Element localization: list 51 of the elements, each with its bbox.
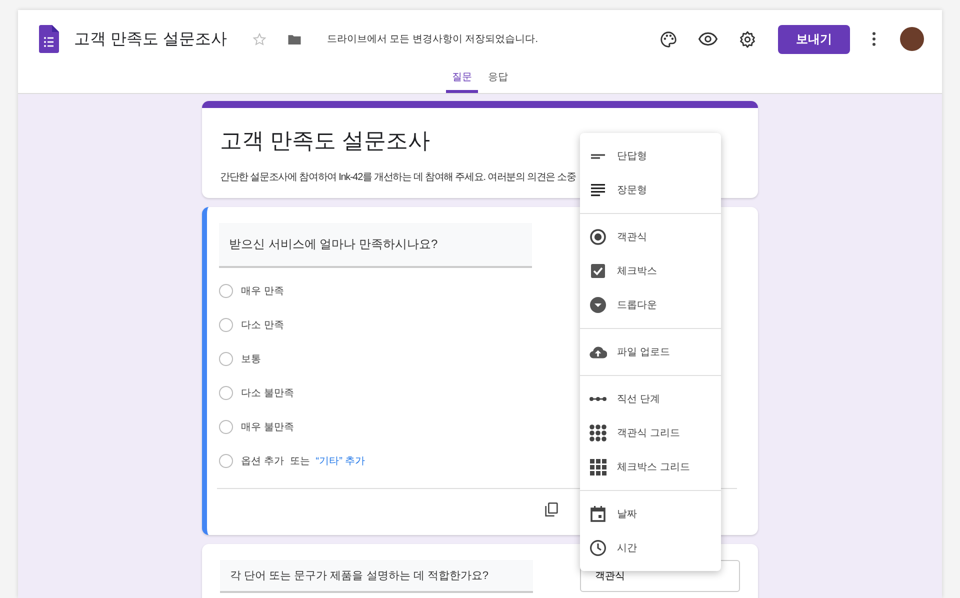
option-text[interactable]: 보통 xyxy=(241,352,261,366)
send-button[interactable]: 보내기 xyxy=(778,24,850,54)
avatar[interactable] xyxy=(900,27,924,51)
menu-item[interactable]: 날짜 xyxy=(617,507,637,521)
clock-icon xyxy=(589,539,607,557)
menu-item[interactable]: 객관식 그리드 xyxy=(617,426,680,440)
add-option-text[interactable]: 옵션 추가 xyxy=(241,454,284,468)
dropdown-icon xyxy=(589,296,607,314)
palette-icon[interactable] xyxy=(659,30,678,48)
menu-item[interactable]: 체크박스 그리드 xyxy=(617,460,690,474)
question-field[interactable]: 받으신 서비스에 얼마나 만족하시나요? xyxy=(219,223,532,268)
calendar-icon xyxy=(589,505,607,523)
menu-item[interactable]: 파일 업로드 xyxy=(617,345,670,359)
document-title[interactable]: 고객 만족도 설문조사 xyxy=(74,28,227,50)
copy-icon[interactable] xyxy=(543,501,560,518)
short-lines-icon xyxy=(591,154,605,158)
radio-button[interactable] xyxy=(219,318,233,332)
add-other-link[interactable]: “기타” 추가 xyxy=(316,454,366,468)
menu-item[interactable]: 드롭다운 xyxy=(617,298,657,312)
square-grid-icon xyxy=(589,458,607,476)
save-status-text: 드라이브에서 모든 변경사항이 저장되었습니다. xyxy=(326,33,538,46)
radio-button[interactable] xyxy=(219,420,233,434)
menu-item[interactable]: 객관식 xyxy=(617,230,647,244)
star-icon[interactable] xyxy=(252,32,267,46)
option-text[interactable]: 매우 불만족 xyxy=(241,420,294,434)
radio-button[interactable] xyxy=(219,386,233,400)
tab[interactable]: 응답 xyxy=(482,66,514,93)
paragraph-lines-icon xyxy=(589,181,607,199)
option-text[interactable]: 다소 만족 xyxy=(241,318,284,332)
more-icon[interactable] xyxy=(871,31,877,47)
radio-icon xyxy=(589,228,607,246)
checkbox-icon xyxy=(589,262,607,280)
cloud-upload-icon xyxy=(589,344,607,360)
dot-grid-icon xyxy=(589,424,607,442)
radio-button[interactable] xyxy=(219,454,233,468)
form-description[interactable]: 간단한 설문조사에 참여하여 Ink-42를 개선하는 데 참여해 주세요. 여러분의 의견은 소중 xyxy=(220,170,740,184)
question-field[interactable]: 각 단어 또는 문구가 제품을 설명하는 데 적합한가요? xyxy=(220,560,533,593)
menu-item[interactable]: 체크박스 xyxy=(617,264,657,278)
menu-item[interactable]: 장문형 xyxy=(617,183,647,197)
option-text[interactable]: 다소 불만족 xyxy=(241,386,294,400)
or-text: 또는 xyxy=(290,455,310,468)
radio-button[interactable] xyxy=(219,352,233,366)
tab[interactable]: 질문 xyxy=(446,66,478,93)
radio-button[interactable] xyxy=(219,284,233,298)
menu-item[interactable]: 직선 단계 xyxy=(617,392,660,406)
form-document-icon[interactable] xyxy=(39,25,59,53)
menu-item[interactable]: 단답형 xyxy=(617,149,647,163)
linear-scale-icon xyxy=(589,395,607,403)
option-text[interactable]: 매우 만족 xyxy=(241,284,284,298)
settings-icon[interactable] xyxy=(738,30,757,48)
menu-item[interactable]: 시간 xyxy=(617,541,637,555)
